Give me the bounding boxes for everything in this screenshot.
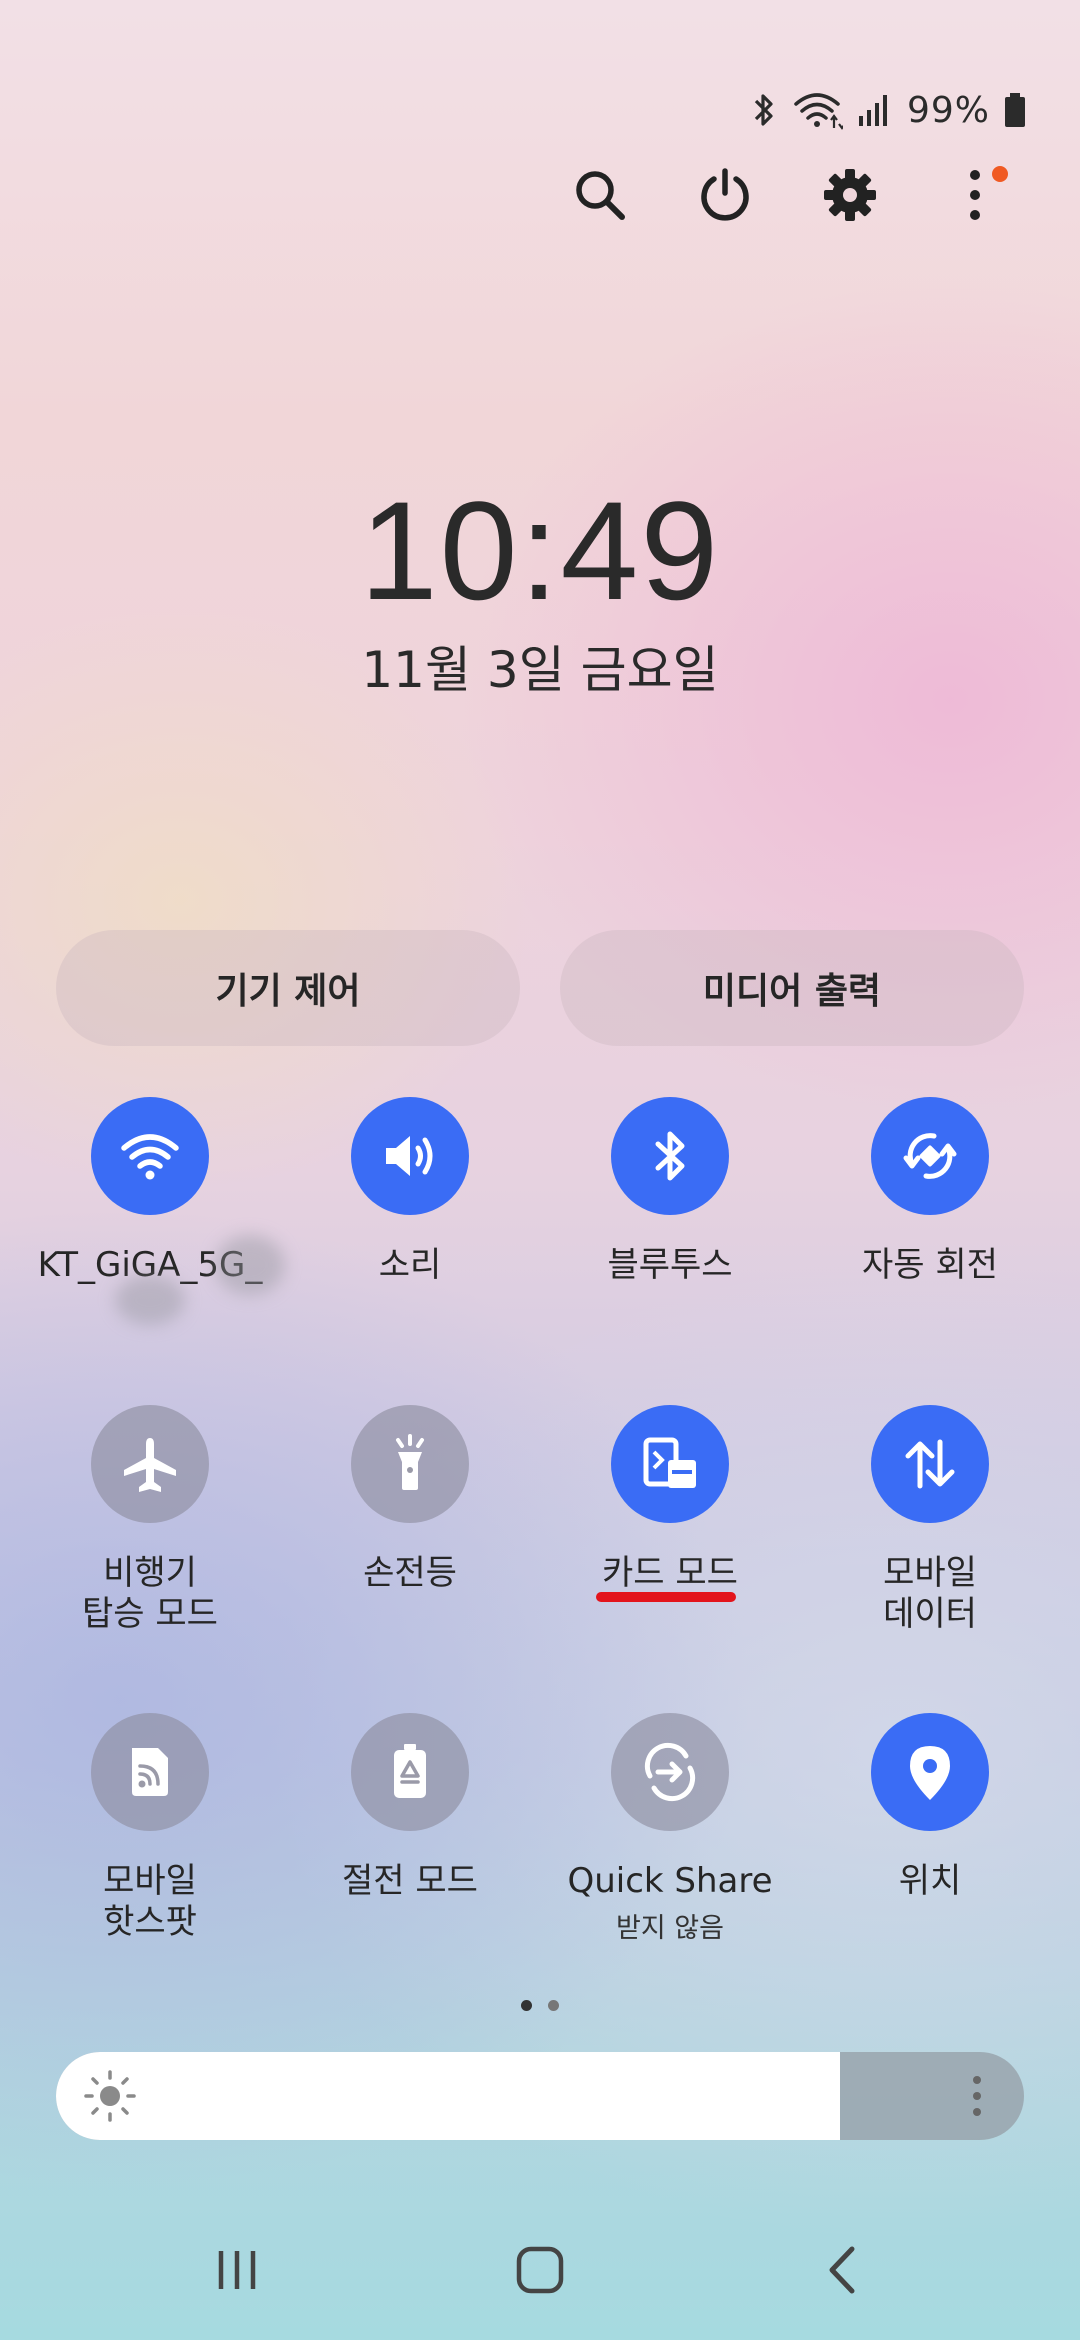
tile-hotspot-label: 모바일 핫스팟 — [103, 1861, 197, 1942]
tile-quick-share-label: Quick Share — [567, 1861, 773, 1901]
battery-icon — [1004, 92, 1026, 128]
wifi-status-icon — [793, 90, 843, 130]
tile-auto-rotate-label: 자동 회전 — [862, 1245, 998, 1285]
tile-location[interactable]: 위치 — [800, 1713, 1060, 1902]
settings-icon — [824, 169, 876, 221]
bluetooth-icon — [655, 1131, 685, 1181]
tile-bluetooth-label: 블루투스 — [607, 1245, 733, 1285]
tile-auto-rotate-toggle[interactable] — [871, 1097, 989, 1215]
data-arrows-icon — [905, 1439, 955, 1489]
tile-wifi-toggle[interactable] — [91, 1097, 209, 1215]
tile-flashlight-toggle[interactable] — [351, 1405, 469, 1523]
media-output-button[interactable]: 미디어 출력 — [560, 930, 1024, 1046]
notification-dot — [992, 166, 1008, 182]
tile-mobile-data[interactable]: 모바일 데이터 — [800, 1405, 1060, 1635]
page-dot-2[interactable] — [548, 2000, 559, 2011]
more-options-button[interactable] — [940, 160, 1010, 230]
status-bar: 99% — [749, 88, 1026, 132]
tile-auto-rotate[interactable]: 자동 회전 — [800, 1097, 1060, 1286]
battery-saver-icon — [394, 1744, 426, 1798]
tile-flashlight-label: 손전등 — [363, 1553, 457, 1593]
location-pin-icon — [910, 1746, 950, 1800]
brightness-sun-icon — [84, 2070, 136, 2122]
highlight-underline — [596, 1592, 736, 1602]
navigation-bar — [0, 2230, 1080, 2310]
hotspot-icon — [132, 1748, 168, 1796]
flashlight-icon — [396, 1434, 424, 1490]
tile-sound-toggle[interactable] — [351, 1097, 469, 1215]
tile-airplane-mode[interactable]: 비행기 탑승 모드 — [20, 1405, 280, 1635]
airplane-icon — [124, 1438, 176, 1492]
page-dot-1[interactable] — [521, 2000, 532, 2011]
brightness-slider[interactable] — [56, 2052, 1024, 2140]
tile-bluetooth[interactable]: 블루투스 — [540, 1097, 800, 1286]
tile-mobile-hotspot[interactable]: 모바일 핫스팟 — [20, 1713, 280, 1943]
brightness-more-icon[interactable] — [970, 2074, 984, 2118]
search-button[interactable] — [565, 160, 635, 230]
back-icon — [829, 2246, 855, 2294]
tile-flashlight[interactable]: 손전등 — [280, 1405, 540, 1594]
tile-airplane-label: 비행기 탑승 모드 — [82, 1553, 218, 1634]
recent-apps-icon — [218, 2251, 256, 2289]
tile-bluetooth-toggle[interactable] — [611, 1097, 729, 1215]
page-indicator — [0, 2000, 1080, 2011]
search-icon — [576, 171, 625, 220]
recent-apps-button[interactable] — [187, 2230, 287, 2310]
tile-sound[interactable]: 소리 — [280, 1097, 540, 1286]
tile-card-mode-label: 카드 모드 — [602, 1553, 738, 1593]
tile-power-saving[interactable]: 절전 모드 — [280, 1713, 540, 1902]
panel-header-actions — [0, 160, 1080, 230]
redacted-blur — [115, 1275, 185, 1325]
tile-location-toggle[interactable] — [871, 1713, 989, 1831]
tile-quick-share-status: 받지 않음 — [616, 1913, 724, 1944]
tile-sound-label: 소리 — [378, 1245, 442, 1285]
power-button[interactable] — [690, 160, 760, 230]
tile-quick-share[interactable]: Quick Share 받지 않음 — [540, 1713, 800, 1945]
tile-power-saving-label: 절전 모드 — [342, 1861, 478, 1901]
clock-date: 11월 3일 금요일 — [361, 641, 719, 699]
tile-power-saving-toggle[interactable] — [351, 1713, 469, 1831]
card-mode-icon — [643, 1437, 696, 1488]
tile-quick-share-toggle[interactable] — [611, 1713, 729, 1831]
tile-card-mode-toggle[interactable] — [611, 1405, 729, 1523]
wifi-icon — [121, 1134, 179, 1180]
rotate-icon — [903, 1133, 957, 1179]
tile-location-label: 위치 — [898, 1861, 962, 1901]
tile-mobile-data-label: 모바일 데이터 — [883, 1553, 977, 1634]
battery-percentage: 99% — [906, 89, 990, 131]
brightness-fill — [56, 2052, 841, 2140]
signal-icon — [857, 92, 893, 128]
tile-airplane-toggle[interactable] — [91, 1405, 209, 1523]
power-icon — [701, 168, 749, 221]
redacted-blur — [215, 1235, 285, 1295]
back-button[interactable] — [793, 2230, 893, 2310]
device-control-button[interactable]: 기기 제어 — [56, 930, 520, 1046]
tile-mobile-data-toggle[interactable] — [871, 1405, 989, 1523]
volume-icon — [386, 1136, 433, 1176]
quick-share-icon — [644, 1742, 696, 1802]
home-button[interactable] — [490, 2230, 590, 2310]
tile-hotspot-toggle[interactable] — [91, 1713, 209, 1831]
bluetooth-status-icon — [749, 90, 779, 130]
more-vert-icon — [970, 170, 980, 220]
home-icon — [516, 2246, 564, 2294]
settings-button[interactable] — [815, 160, 885, 230]
clock-time: 10:49 — [359, 472, 721, 629]
tile-card-mode[interactable]: 카드 모드 — [540, 1405, 800, 1594]
